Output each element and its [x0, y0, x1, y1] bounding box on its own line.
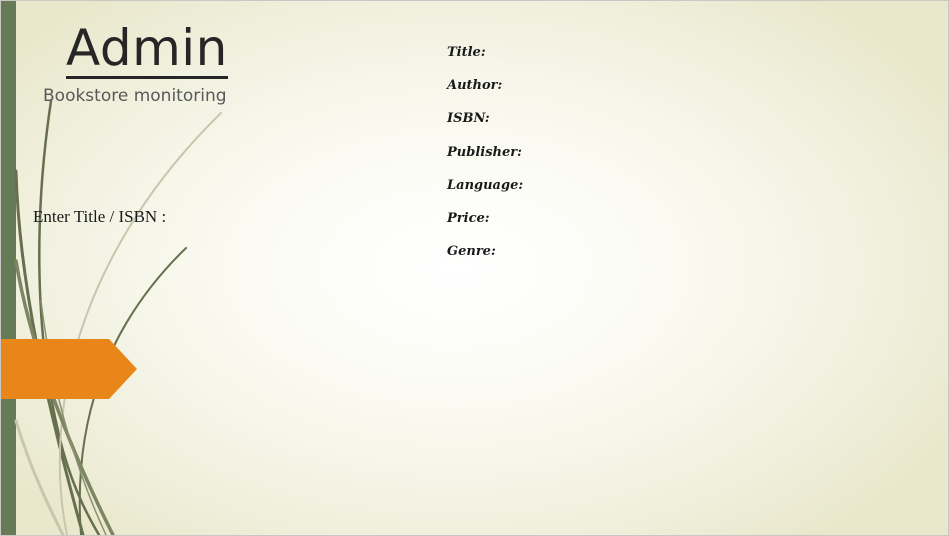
- orange-arrow-tab: [1, 339, 137, 399]
- field-genre-label: Genre:: [447, 244, 496, 260]
- slide: Admin Bookstore monitoring Enter Title /…: [0, 0, 949, 536]
- field-language-label: Language:: [447, 177, 524, 193]
- field-author-label: Author:: [447, 78, 503, 94]
- grass-decoration: [14, 99, 222, 535]
- search-label: Enter Title / ISBN :: [33, 207, 167, 226]
- page-title: Admin: [66, 19, 228, 79]
- book-detail-fields: Title: Author: ISBN: Publisher: Language…: [447, 44, 523, 276]
- field-price-label: Price:: [447, 210, 490, 226]
- page-subtitle: Bookstore monitoring: [43, 86, 227, 106]
- field-isbn-label: ISBN:: [447, 111, 490, 127]
- field-publisher-label: Publisher:: [447, 144, 522, 160]
- field-title-label: Title:: [447, 45, 486, 60]
